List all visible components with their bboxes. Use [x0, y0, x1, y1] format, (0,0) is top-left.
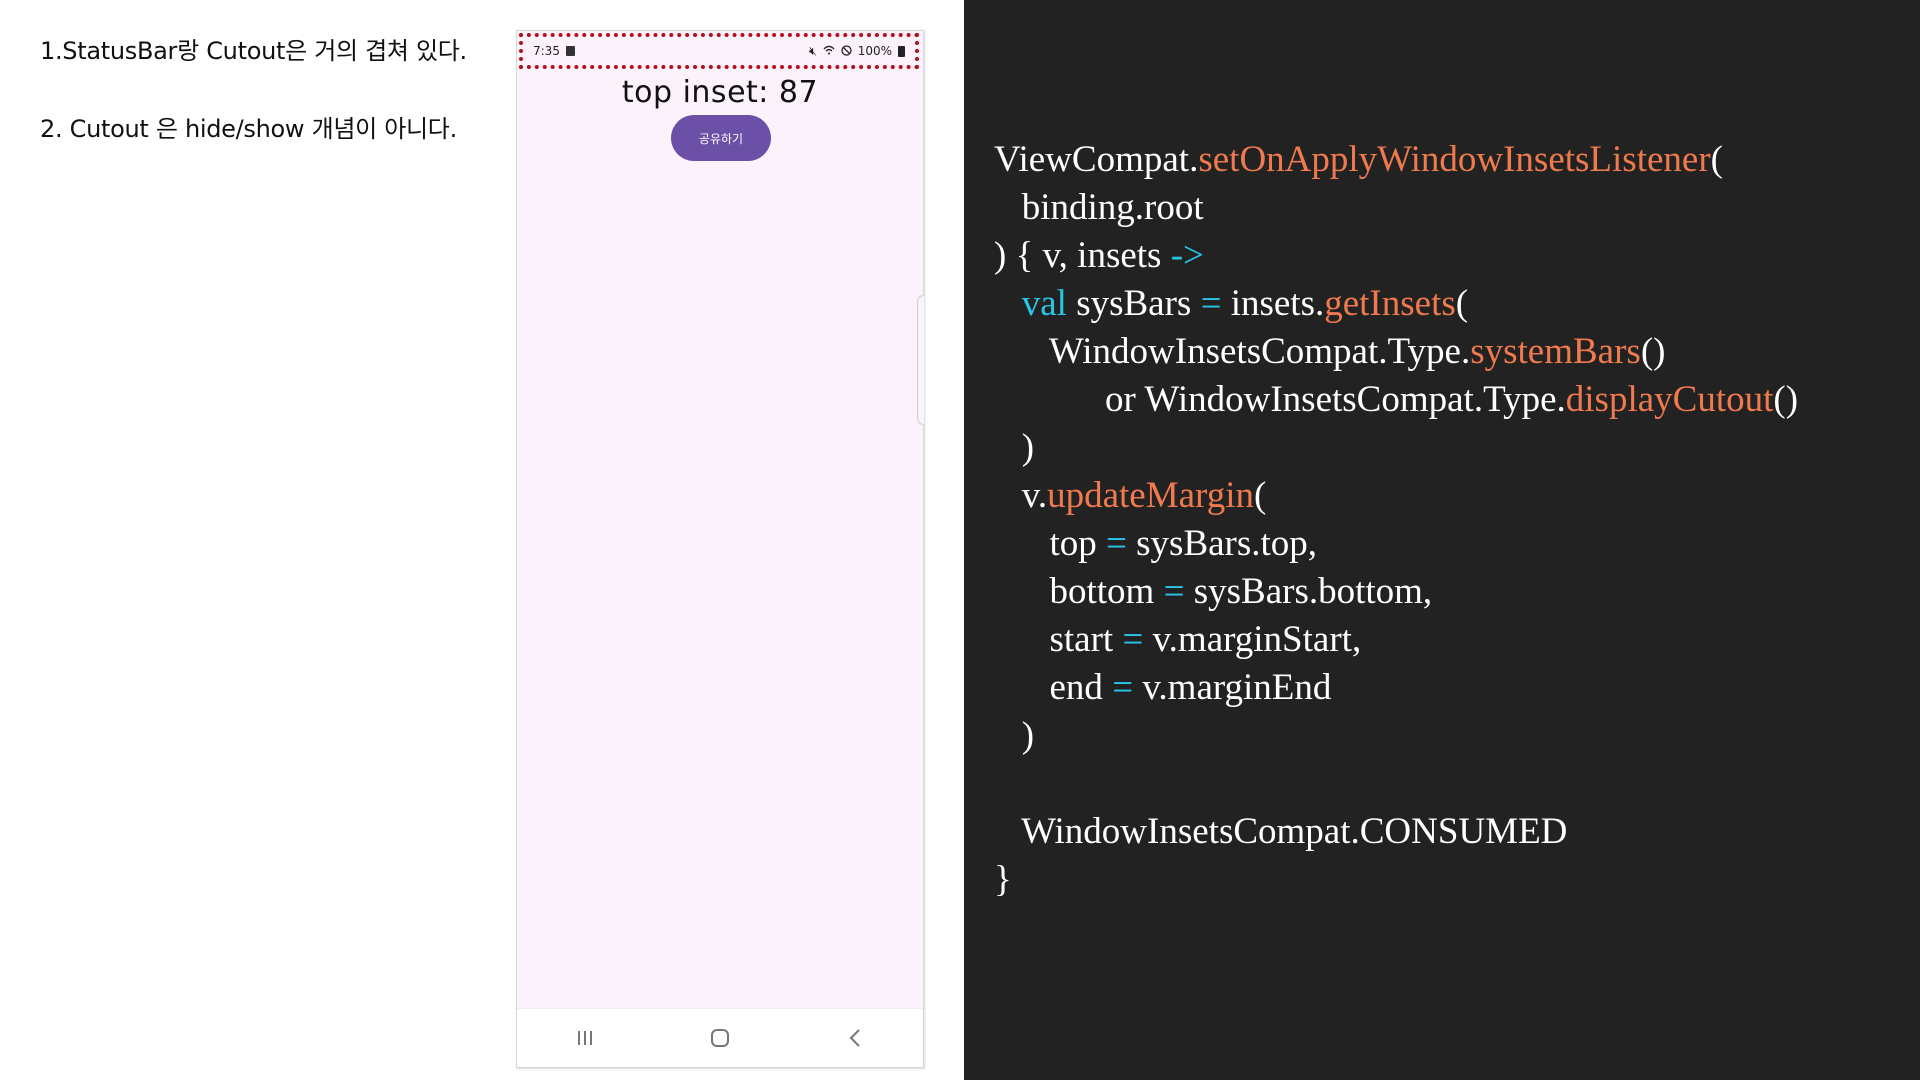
code-token: WindowInsetsCompat.Type. — [994, 331, 1471, 372]
code-line: start = v.marginStart, — [994, 616, 1798, 664]
code-token: end — [994, 667, 1113, 708]
code-line: WindowInsetsCompat.CONSUMED — [994, 808, 1798, 856]
code-token: ) { v, insets — [994, 235, 1171, 276]
code-token: ViewCompat. — [994, 139, 1199, 180]
code-token: insets. — [1221, 283, 1325, 324]
code-token: ( — [1254, 475, 1267, 516]
code-line: val sysBars = insets.getInsets( — [994, 280, 1798, 328]
code-block: ViewCompat.setOnApplyWindowInsetsListene… — [994, 136, 1798, 904]
code-line: v.updateMargin( — [994, 472, 1798, 520]
battery-percent: 100% — [857, 44, 892, 58]
code-line: ) — [994, 424, 1798, 472]
note-2: 2. Cutout 은 hide/show 개념이 아니다. — [40, 115, 457, 143]
code-line: } — [994, 856, 1798, 904]
code-token: () — [1773, 379, 1799, 420]
code-token: ( — [1455, 283, 1469, 324]
status-bar-left: 7:35 — [533, 44, 575, 58]
code-line: ViewCompat.setOnApplyWindowInsetsListene… — [994, 136, 1798, 184]
code-token: systemBars — [1470, 331, 1641, 372]
code-token: sysBars.bottom, — [1184, 571, 1433, 612]
notification-box-icon — [565, 46, 575, 56]
status-bar: 7:35 🔇︎ 100% — [519, 33, 919, 69]
code-token: start — [994, 619, 1123, 660]
code-panel: ViewCompat.setOnApplyWindowInsetsListene… — [964, 0, 1920, 1080]
mute-icon: 🔇︎ — [809, 44, 817, 58]
code-token: v.marginEnd — [1133, 667, 1332, 708]
code-token: v. — [994, 475, 1048, 516]
code-token: setOnApplyWindowInsetsListener — [1198, 139, 1711, 180]
status-time: 7:35 — [533, 44, 560, 58]
code-token: bottom — [994, 571, 1164, 612]
code-token: = — [1122, 619, 1144, 660]
code-token: sysBars.top, — [1126, 523, 1318, 564]
do-not-disturb-icon — [841, 44, 852, 58]
code-token: top — [994, 523, 1107, 564]
code-token: = — [1163, 571, 1185, 612]
code-line: or WindowInsetsCompat.Type.displayCutout… — [994, 376, 1798, 424]
wifi-icon — [823, 45, 835, 57]
code-token: = — [1112, 667, 1134, 708]
status-bar-right: 🔇︎ 100% — [809, 44, 905, 58]
share-button[interactable]: 공유하기 — [671, 115, 771, 161]
code-token: = — [1200, 283, 1222, 324]
code-token: sysBars — [1066, 283, 1201, 324]
code-token: } — [994, 859, 1012, 900]
code-token: binding.root — [994, 187, 1204, 228]
edge-panel-handle[interactable] — [917, 295, 924, 425]
code-token: v.marginStart, — [1143, 619, 1362, 660]
code-line: binding.root — [994, 184, 1798, 232]
code-line: end = v.marginEnd — [994, 664, 1798, 712]
code-token: ) — [994, 427, 1035, 468]
code-token: ( — [1710, 139, 1723, 180]
code-line: bottom = sysBars.bottom, — [994, 568, 1798, 616]
code-token: = — [1106, 523, 1127, 564]
code-token: displayCutout — [1565, 379, 1774, 420]
phone-screenshot: 7:35 🔇︎ 100% top inset: 87 공유하기 — [516, 30, 924, 1068]
code-line: WindowInsetsCompat.Type.systemBars() — [994, 328, 1798, 376]
code-line: top = sysBars.top, — [994, 520, 1798, 568]
home-icon[interactable] — [700, 1018, 740, 1058]
battery-icon — [898, 45, 905, 57]
code-token: WindowInsetsCompat.CONSUMED — [994, 811, 1568, 852]
code-token: updateMargin — [1047, 475, 1254, 516]
code-token: or WindowInsetsCompat.Type. — [994, 379, 1566, 420]
code-token: -> — [1170, 235, 1204, 276]
navigation-bar — [517, 1008, 923, 1067]
code-token: ) — [994, 715, 1035, 756]
code-line: ) { v, insets -> — [994, 232, 1798, 280]
code-token: val — [1021, 283, 1067, 324]
top-inset-label: top inset: 87 — [621, 75, 819, 110]
notes: 1.StatusBar랑 Cutout은 거의 겹쳐 있다. 2. Cutout… — [40, 34, 510, 190]
code-line: ) — [994, 712, 1798, 760]
code-token: () — [1640, 331, 1666, 372]
note-1: 1.StatusBar랑 Cutout은 거의 겹쳐 있다. — [40, 37, 467, 65]
back-icon[interactable] — [835, 1018, 875, 1058]
code-token: getInsets — [1324, 283, 1456, 324]
recents-icon[interactable] — [565, 1018, 605, 1058]
